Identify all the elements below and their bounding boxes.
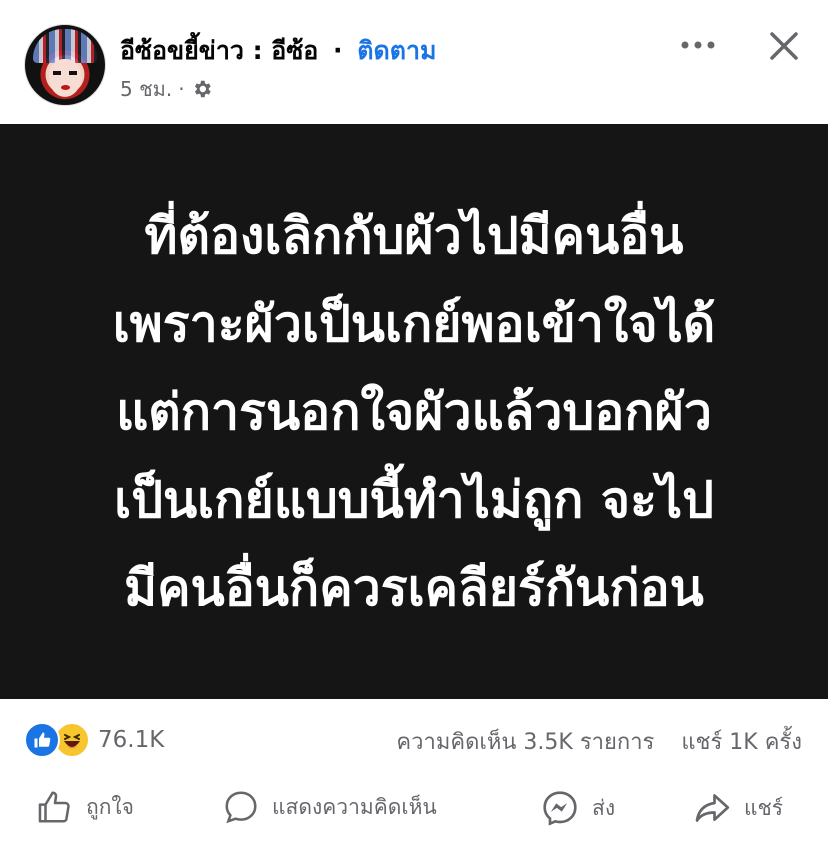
close-icon [770,32,798,60]
avatar-lips [61,85,70,90]
share-label: แชร์ [744,795,784,820]
post-timestamp[interactable]: 5 ชม. [120,76,172,102]
post-header: อีซ้อขยี้ข่าว : อีซ้อ · ติดตาม 5 ชม. · [0,0,828,124]
post-stats: 76.1K ความคิดเห็น 3.5K รายการ แชร์ 1K คร… [0,708,828,770]
more-options-button[interactable] [678,30,718,60]
engagement-counts: ความคิดเห็น 3.5K รายการ แชร์ 1K ครั้ง [396,724,802,759]
meta-separator: · [178,77,185,101]
post-text: ที่ต้องเลิกกับผัวไปมีคนอื่น เพราะผัวเป็น… [73,192,756,632]
more-icon [681,41,715,49]
share-count-link[interactable]: แชร์ 1K ครั้ง [681,730,802,755]
name-separator: · [333,36,343,65]
reaction-count: 76.1K [98,727,165,753]
name-row: อีซ้อขยี้ข่าว : อีซ้อ · ติดตาม [120,34,436,68]
page-avatar[interactable] [24,24,106,106]
like-label: ถูกใจ [86,794,134,819]
comment-icon [225,791,257,824]
page-name-link[interactable]: อีซ้อขยี้ข่าว : อีซ้อ [120,36,318,65]
post-text-line: เป็นเกย์แบบนี้ทำไม่ถูก จะไป [114,470,714,529]
reactions-summary[interactable]: 76.1K [24,722,164,758]
messenger-icon [543,791,577,826]
gear-icon[interactable] [191,78,213,100]
like-icon [24,722,60,758]
thumbs-up-icon [38,791,70,823]
share-button[interactable]: แชร์ [692,788,783,828]
avatar-face [49,59,81,97]
comment-label: แสดงความคิดเห็น [272,794,437,819]
comment-button[interactable]: แสดงความคิดเห็น [222,788,437,826]
post-text-line: เพราะผัวเป็นเกย์พอเข้าใจได้ [112,294,716,353]
follow-button[interactable]: ติดตาม [357,36,436,65]
like-button[interactable]: ถูกใจ [36,788,134,826]
post-text-line: มีคนอื่นก็ควรเคลียร์กันก่อน [124,558,704,617]
share-icon [695,794,730,822]
post-image[interactable]: ที่ต้องเลิกกับผัวไปมีคนอื่น เพราะผัวเป็น… [0,124,828,699]
send-label: ส่ง [592,795,616,820]
avatar-eyes [53,71,77,75]
post-actions: ถูกใจ แสดงความคิดเห็น ส่ง แชร์ [0,778,828,841]
avatar-headdress [33,29,97,63]
post-text-line: ที่ต้องเลิกกับผัวไปมีคนอื่น [144,206,684,265]
send-button[interactable]: ส่ง [540,788,615,828]
close-button[interactable] [764,26,804,66]
post-meta: 5 ชม. · [120,76,213,102]
comment-count-link[interactable]: ความคิดเห็น 3.5K รายการ [396,730,654,755]
post-text-line: แต่การนอกใจผัวแล้วบอกผัว [116,382,712,441]
